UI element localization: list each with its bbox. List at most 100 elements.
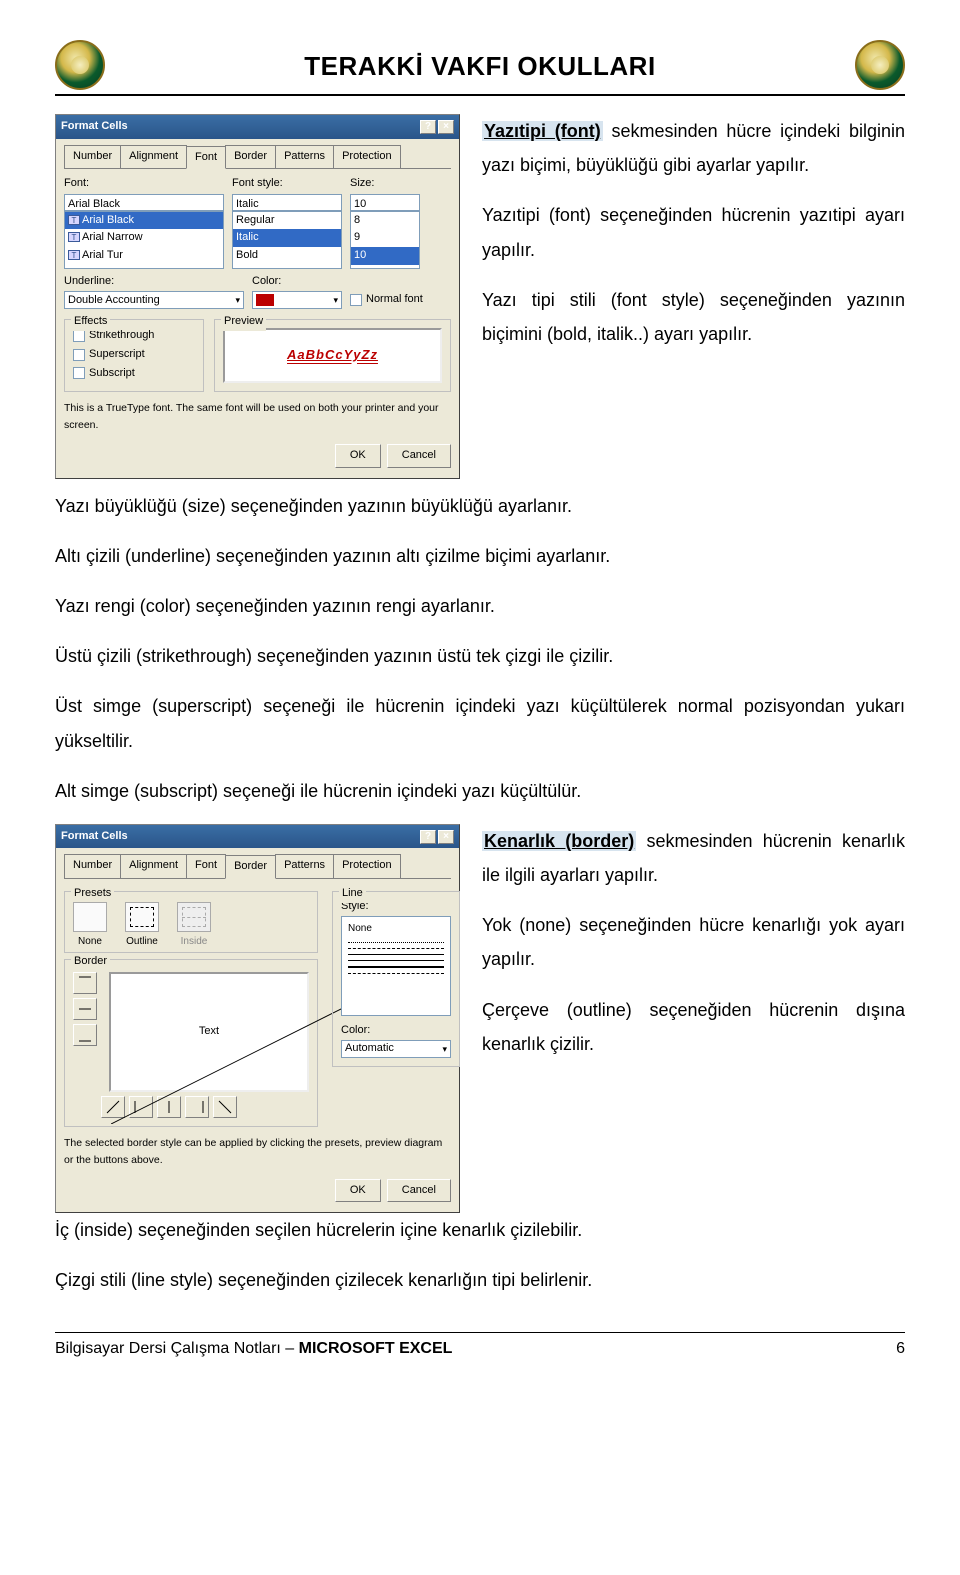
line-style-option[interactable]	[348, 973, 444, 974]
border-heading: Kenarlık (border)	[482, 831, 636, 851]
list-item[interactable]: Arial Tur	[82, 249, 123, 261]
preset-none[interactable]: None	[73, 902, 107, 950]
preset-inside[interactable]: Inside	[177, 902, 211, 950]
close-button[interactable]: ×	[438, 830, 454, 844]
list-item[interactable]: 10	[351, 247, 419, 265]
superscript-checkbox[interactable]: Superscript	[73, 346, 195, 364]
list-item[interactable]: Bold Italic	[233, 265, 341, 269]
paragraph: Çerçeve (outline) seçeneğiden hücrenin d…	[482, 993, 905, 1061]
page-header: TERAKKİ VAKFI OKULLARI	[55, 40, 905, 90]
dialog-title: Format Cells	[61, 828, 128, 846]
line-style-option[interactable]	[348, 960, 444, 961]
school-name: TERAKKİ VAKFI OKULLARI	[105, 46, 855, 88]
presets-title: Presets	[71, 885, 114, 903]
help-button[interactable]: ?	[420, 830, 436, 844]
school-logo-right	[855, 40, 905, 90]
underline-value: Double Accounting	[68, 292, 160, 310]
font-listbox[interactable]: TArial Black TArial Narrow TArial Tur TA…	[64, 211, 224, 269]
list-item[interactable]: Italic	[233, 229, 341, 247]
border-color-dropdown[interactable]: Automatic	[341, 1040, 451, 1058]
preset-label: Inside	[181, 934, 208, 950]
list-item[interactable]: Regular	[233, 212, 341, 230]
tab-alignment[interactable]: Alignment	[120, 854, 187, 878]
truetype-icon: T	[68, 232, 80, 242]
color-dropdown[interactable]	[252, 291, 342, 309]
list-item[interactable]: Bold	[233, 247, 341, 265]
cancel-button[interactable]: Cancel	[387, 444, 451, 468]
subscript-checkbox[interactable]: Subscript	[73, 365, 195, 383]
underline-dropdown[interactable]: Double Accounting	[64, 291, 244, 309]
list-item[interactable]: 9	[351, 229, 419, 247]
font-input[interactable]: Arial Black	[64, 194, 224, 211]
font-preview: AaBbCcYyZz	[223, 328, 442, 383]
preset-inside-icon	[177, 902, 211, 932]
paragraph: Yok (none) seçeneğinden hücre kenarlığı …	[482, 908, 905, 976]
tab-protection[interactable]: Protection	[333, 145, 401, 169]
underline-label: Underline:	[64, 273, 244, 291]
page-footer: Bilgisayar Dersi Çalışma Notları – MICRO…	[55, 1332, 905, 1362]
list-item[interactable]: 11	[351, 265, 419, 269]
tab-border[interactable]: Border	[225, 855, 276, 879]
paragraph: Alt simge (subscript) seçeneği ile hücre…	[55, 774, 905, 808]
ok-button[interactable]: OK	[335, 1179, 381, 1203]
list-item[interactable]: Arial Unicode MS	[82, 267, 167, 269]
font-style-listbox[interactable]: Regular Italic Bold Bold Italic	[232, 211, 342, 269]
paragraph: Altı çizili (underline) seçeneğinden yaz…	[55, 539, 905, 573]
help-button[interactable]: ?	[420, 120, 436, 134]
subscript-label: Subscript	[89, 365, 135, 383]
preset-outline[interactable]: Outline	[125, 902, 159, 950]
list-item[interactable]: Arial Narrow	[82, 231, 143, 243]
line-style-listbox[interactable]: None	[341, 916, 451, 1016]
size-input[interactable]: 10	[350, 194, 420, 211]
dialog-titlebar: Format Cells ? ×	[56, 115, 459, 139]
footer-product: MICROSOFT EXCEL	[299, 1340, 453, 1357]
tab-protection[interactable]: Protection	[333, 854, 401, 878]
effects-title: Effects	[71, 313, 110, 331]
preview-text: AaBbCcYyZz	[287, 345, 378, 366]
line-style-option[interactable]	[348, 954, 444, 955]
tab-border[interactable]: Border	[225, 145, 276, 169]
line-style-option[interactable]	[348, 948, 444, 949]
checkbox-icon	[350, 294, 362, 306]
cancel-button[interactable]: Cancel	[387, 1179, 451, 1203]
line-style-option[interactable]	[348, 966, 444, 968]
paragraph: Yazı büyüklüğü (size) seçeneğinden yazın…	[55, 489, 905, 523]
dialog-description: This is a TrueType font. The same font w…	[64, 400, 451, 434]
paragraph: Kenarlık (border) sekmesinden hücrenin k…	[482, 824, 905, 892]
paragraph: Çizgi stili (line style) seçeneğinden çi…	[55, 1263, 905, 1297]
checkbox-icon	[73, 349, 85, 361]
tab-font[interactable]: Font	[186, 854, 226, 878]
preset-label: None	[78, 934, 102, 950]
list-item[interactable]: Arial Black	[82, 214, 134, 226]
border-preview[interactable]: Text	[109, 972, 309, 1092]
style-none[interactable]: None	[348, 921, 444, 937]
border-top-button[interactable]	[73, 972, 97, 994]
preset-none-icon	[73, 902, 107, 932]
line-title: Line	[339, 885, 366, 903]
ok-button[interactable]: OK	[335, 444, 381, 468]
color-label: Color:	[252, 273, 342, 291]
truetype-icon: T	[68, 250, 80, 260]
paragraph: Yazı tipi stili (font style) seçeneğinde…	[482, 283, 905, 351]
size-listbox[interactable]: 8 9 10 11	[350, 211, 420, 269]
footer-left: Bilgisayar Dersi Çalışma Notları – MICRO…	[55, 1336, 452, 1362]
list-item[interactable]: 8	[351, 212, 419, 230]
close-button[interactable]: ×	[438, 120, 454, 134]
tab-patterns[interactable]: Patterns	[275, 145, 334, 169]
dialog-title: Format Cells	[61, 118, 128, 136]
tab-alignment[interactable]: Alignment	[120, 145, 187, 169]
format-cells-font-dialog: Format Cells ? × Number Alignment Font B…	[55, 114, 460, 479]
normal-font-checkbox[interactable]: Normal font	[350, 291, 423, 309]
dialog-tabs: Number Alignment Font Border Patterns Pr…	[64, 854, 451, 879]
page-number: 6	[896, 1336, 905, 1362]
tab-patterns[interactable]: Patterns	[275, 854, 334, 878]
preview-title: Preview	[221, 313, 266, 331]
dialog-titlebar: Format Cells ? ×	[56, 825, 459, 849]
border-middle-button[interactable]	[73, 998, 97, 1020]
border-bottom-button[interactable]	[73, 1024, 97, 1046]
line-style-option[interactable]	[348, 942, 444, 943]
tab-number[interactable]: Number	[64, 854, 121, 878]
tab-font[interactable]: Font	[186, 146, 226, 170]
tab-number[interactable]: Number	[64, 145, 121, 169]
font-style-input[interactable]: Italic	[232, 194, 342, 211]
